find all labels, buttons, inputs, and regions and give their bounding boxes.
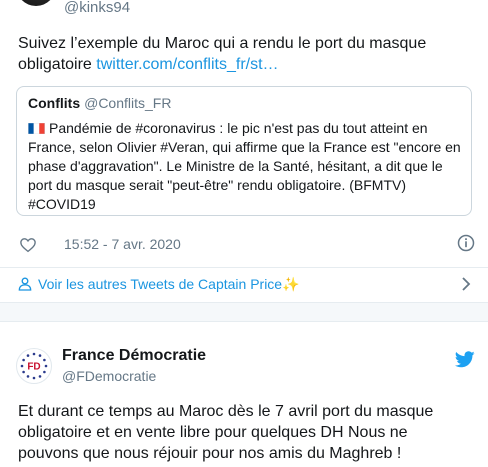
quoted-tweet-text: Pandémie de #coronavirus : le pic n'est … [28,119,464,214]
quoted-author-name: Conflits [28,95,81,111]
tweet-separator [0,303,488,321]
quoted-tweet-card[interactable]: Conflits @Conflits_FR Pandémie de #corona… [16,86,472,216]
quoted-author-handle: @Conflits_FR [84,95,172,111]
tweet-text: Et durant ce temps au Maroc dès le 7 avr… [18,403,434,462]
tweet-link[interactable]: twitter.com/conflits_fr/st… [96,56,278,73]
avatar[interactable]: FD [16,348,52,384]
sparkles-emoji: ✨ [282,276,300,292]
tweet-timestamp[interactable]: 15:52 - 7 avr. 2020 [64,236,181,252]
author-handle[interactable]: @FDemocratie [62,368,156,384]
twitter-bird-icon[interactable] [455,351,475,368]
tweet-text: Suivez l’exemple du Maroc qui a rendu le… [18,33,470,75]
france-democratie-logo-icon: FD [20,352,48,380]
more-tweets-text: Voir les autres Tweets de Captain Price [38,276,283,292]
logo-text: FD [27,362,40,373]
more-tweets-label[interactable]: Voir les autres Tweets de Captain Price✨ [38,276,300,293]
author-name[interactable]: France Démocratie [62,347,206,365]
france-flag-icon [28,123,45,134]
heart-icon[interactable] [18,236,38,254]
user-icon [18,277,32,291]
chevron-right-icon[interactable] [460,276,472,292]
divider [0,321,488,322]
author-handle[interactable]: @kinks94 [64,0,130,16]
avatar[interactable] [16,0,56,6]
quoted-tweet-body: Pandémie de #coronavirus : le pic n'est … [28,120,461,212]
info-icon[interactable] [456,233,476,253]
quoted-tweet-header: Conflits @Conflits_FR [28,95,171,111]
